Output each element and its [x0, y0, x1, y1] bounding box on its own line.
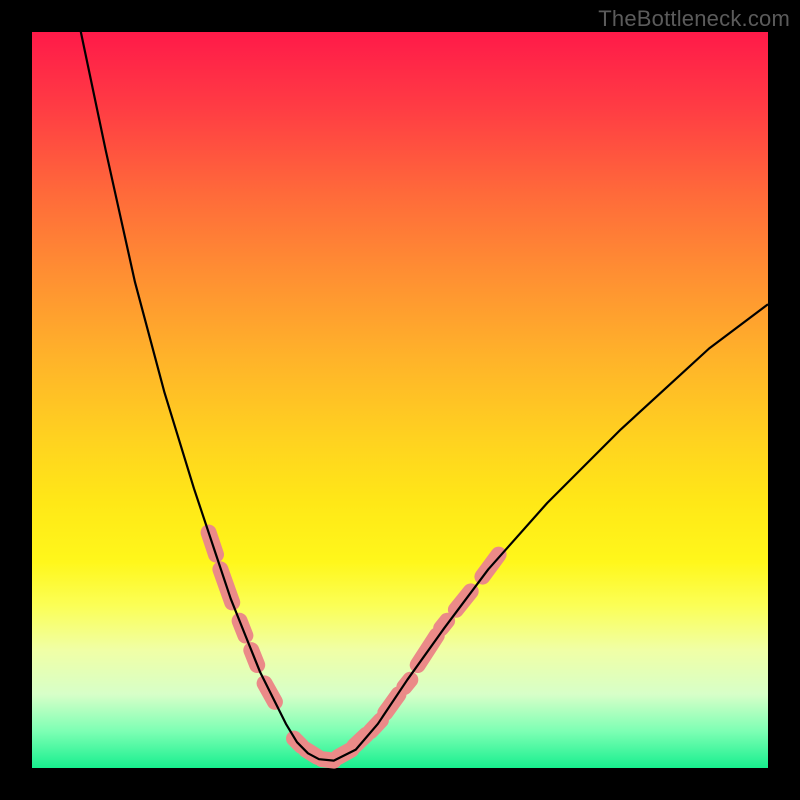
chart-frame: TheBottleneck.com	[0, 0, 800, 800]
watermark-text: TheBottleneck.com	[598, 6, 790, 32]
marker-group	[209, 533, 499, 761]
curve-svg	[32, 32, 768, 768]
plot-area	[32, 32, 768, 768]
